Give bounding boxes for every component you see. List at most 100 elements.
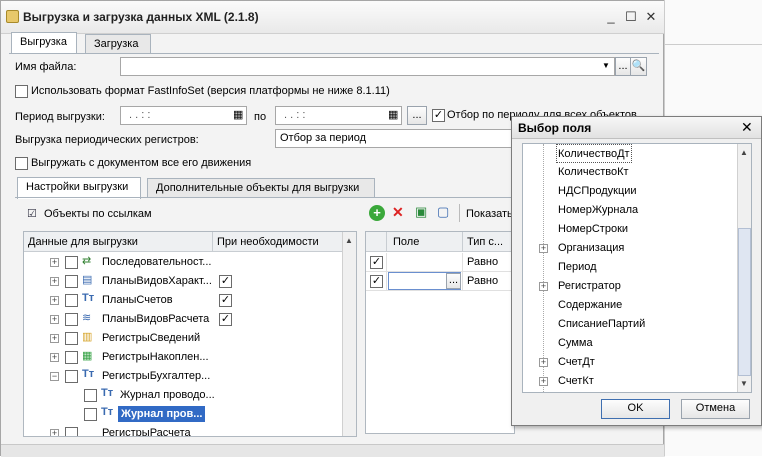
expand-icon[interactable]: + [539,358,548,367]
row-checkbox[interactable]: ✓ [370,275,383,288]
with-movements-checkbox[interactable] [15,157,28,170]
expand-icon[interactable]: + [50,258,59,267]
row-checkbox[interactable] [65,332,78,345]
show-label[interactable]: Показать [466,208,513,220]
tree-row[interactable]: + ⇄ Последовательност... [24,253,342,272]
row-checkbox[interactable] [65,427,78,436]
tree-row[interactable]: + ▥ РегистрыСведений [24,329,342,348]
expand-icon[interactable]: + [539,282,548,291]
scroll-up-icon[interactable]: ▲ [740,148,748,157]
tree-row[interactable]: Tт Журнал проводо... [24,386,342,405]
period-select-button[interactable]: ... [407,106,427,125]
expand-icon[interactable]: + [50,296,59,305]
delete-icon[interactable]: ✕ [392,204,404,221]
tree-row[interactable]: + ▤ ПланыВидовХаракт... ✓ [24,272,342,291]
tab-additional-objects[interactable]: Дополнительные объекты для выгрузки [147,178,375,198]
cell-divider [386,253,387,272]
tree-row[interactable]: + РегистрыРасчета [24,424,342,436]
dialog-scrollbar[interactable]: ▲ ▼ [737,144,751,392]
row-checkbox[interactable] [84,389,97,402]
needed-checkbox[interactable]: ✓ [219,275,232,288]
tree-row[interactable]: + ≋ ПланыВидовРасчета ✓ [24,310,342,329]
field-item[interactable]: НДСПродукции [558,182,637,201]
period-from-input[interactable]: . . : : [120,106,247,125]
field-item[interactable]: Организация [558,239,624,258]
field-item[interactable]: Содержание [558,296,622,315]
field-item[interactable]: СчетКт [558,372,594,391]
field-item[interactable]: Регистратор [558,277,621,296]
row-checkbox[interactable]: ✓ [370,256,383,269]
tab-import[interactable]: Загрузка [85,34,151,54]
expand-icon[interactable]: + [50,277,59,286]
periodic-select[interactable]: Отбор за период [275,129,515,148]
tree-row[interactable]: + Tт ПланыСчетов ✓ [24,291,342,310]
dialog-close-icon[interactable]: ✕ [741,119,753,136]
row-checkbox[interactable] [65,313,78,326]
field-item[interactable]: НомерЖурнала [558,201,638,220]
close-button[interactable]: ✕ [643,9,659,25]
dialog-title: Выбор поля [518,121,592,135]
expand-icon[interactable]: + [50,353,59,362]
dropdown-arrow-icon[interactable]: ▼ [602,61,610,70]
col-type-header[interactable]: Тип с... [467,236,503,248]
col-when-needed-header[interactable]: При необходимости [217,236,319,248]
tree-row[interactable]: Tт Журнал пров... [24,405,342,424]
tree-row[interactable]: − Tт РегистрыБухгалтер... [24,367,342,386]
period-to-input[interactable]: . . : : [275,106,402,125]
row-checkbox[interactable] [84,408,97,421]
checklist-icon[interactable]: ☑ [27,207,37,220]
expand-icon[interactable]: + [539,244,548,253]
cell-divider [386,272,387,291]
needed-checkbox[interactable]: ✓ [219,313,232,326]
scroll-thumb[interactable] [738,228,751,376]
calendar-icon[interactable]: ▦ [388,108,398,121]
calendar-icon[interactable]: ▦ [233,108,243,121]
field-item[interactable]: КоличествоКт [558,163,629,182]
col-data-header[interactable]: Данные для выгрузки [28,236,138,248]
field-item[interactable]: СчетДт [558,353,595,372]
row-label: Последовательност... [102,256,212,268]
filter-checkbox[interactable]: ✓ [432,109,445,122]
filter-row[interactable]: ✓ Равно [366,253,514,272]
scroll-down-icon[interactable]: ▼ [740,379,748,388]
field-item[interactable]: КоличествоДт [556,144,632,163]
field-item[interactable]: СписаниеПартий [558,315,645,334]
field-item[interactable]: Сумма [558,334,593,353]
row-checkbox[interactable] [65,294,78,307]
uncheck-all-icon[interactable]: ▢ [437,204,449,220]
field-item[interactable]: Период [558,258,597,277]
row-checkbox[interactable] [65,256,78,269]
tab-export[interactable]: Выгрузка [11,32,77,54]
row-checkbox[interactable] [65,351,78,364]
browse-button[interactable]: ... [615,57,631,76]
expand-icon[interactable]: + [539,377,548,386]
row-checkbox[interactable] [65,370,78,383]
tab-export-settings[interactable]: Настройки выгрузки [17,177,141,199]
row-checkbox[interactable] [65,275,78,288]
filter-row[interactable]: ✓ ... Равно [366,272,514,291]
type-cell[interactable]: Равно [467,256,498,268]
filename-label: Имя файла: [15,61,77,73]
ok-button[interactable]: OK [601,399,670,419]
maximize-button[interactable]: ☐ [623,9,639,25]
tree-row[interactable]: + ▦ РегистрыНакоплен... [24,348,342,367]
expand-icon[interactable]: + [50,334,59,343]
scroll-up-icon[interactable]: ▲ [345,236,353,245]
expand-icon[interactable]: + [50,315,59,324]
info-registers-icon: ▥ [82,331,93,343]
expand-icon[interactable]: + [50,429,59,436]
collapse-icon[interactable]: − [50,372,59,381]
field-select-button[interactable]: ... [446,273,461,289]
needed-checkbox[interactable]: ✓ [219,294,232,307]
col-field-header[interactable]: Поле [393,236,419,248]
cancel-button[interactable]: Отмена [681,399,750,419]
field-item[interactable]: НомерСтроки [558,220,628,239]
minimize-button[interactable]: _ [603,9,619,25]
fastinfoset-checkbox[interactable] [15,85,28,98]
add-icon[interactable]: + [369,205,385,221]
type-cell[interactable]: Равно [467,275,498,287]
tree-scrollbar[interactable]: ▲ [342,232,356,436]
check-all-icon[interactable]: ▣ [415,204,427,220]
search-icon[interactable]: 🔍 [630,57,647,76]
filename-input[interactable] [120,57,615,76]
